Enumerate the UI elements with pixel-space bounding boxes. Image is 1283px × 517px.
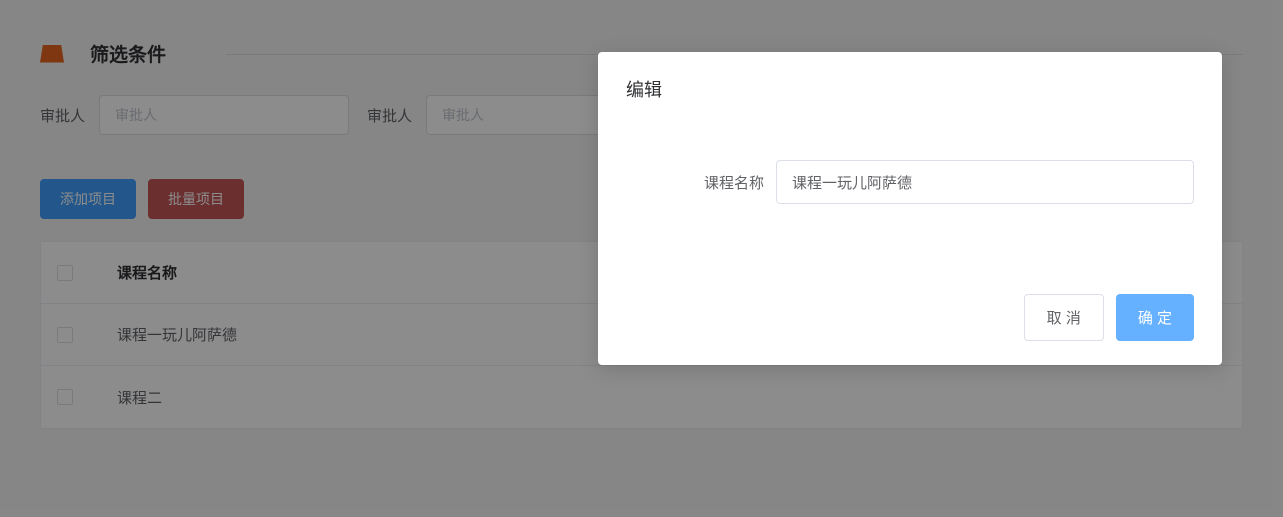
cancel-button[interactable]: 取 消 [1024,294,1104,341]
dialog-form-row: 课程名称 [626,160,1194,204]
dialog-title: 编辑 [626,76,1194,102]
course-name-input[interactable] [776,160,1194,204]
dialog-footer: 取 消 确 定 [626,294,1194,341]
course-name-label: 课程名称 [686,172,776,193]
confirm-button[interactable]: 确 定 [1116,294,1194,341]
edit-dialog: 编辑 课程名称 取 消 确 定 [598,52,1222,365]
